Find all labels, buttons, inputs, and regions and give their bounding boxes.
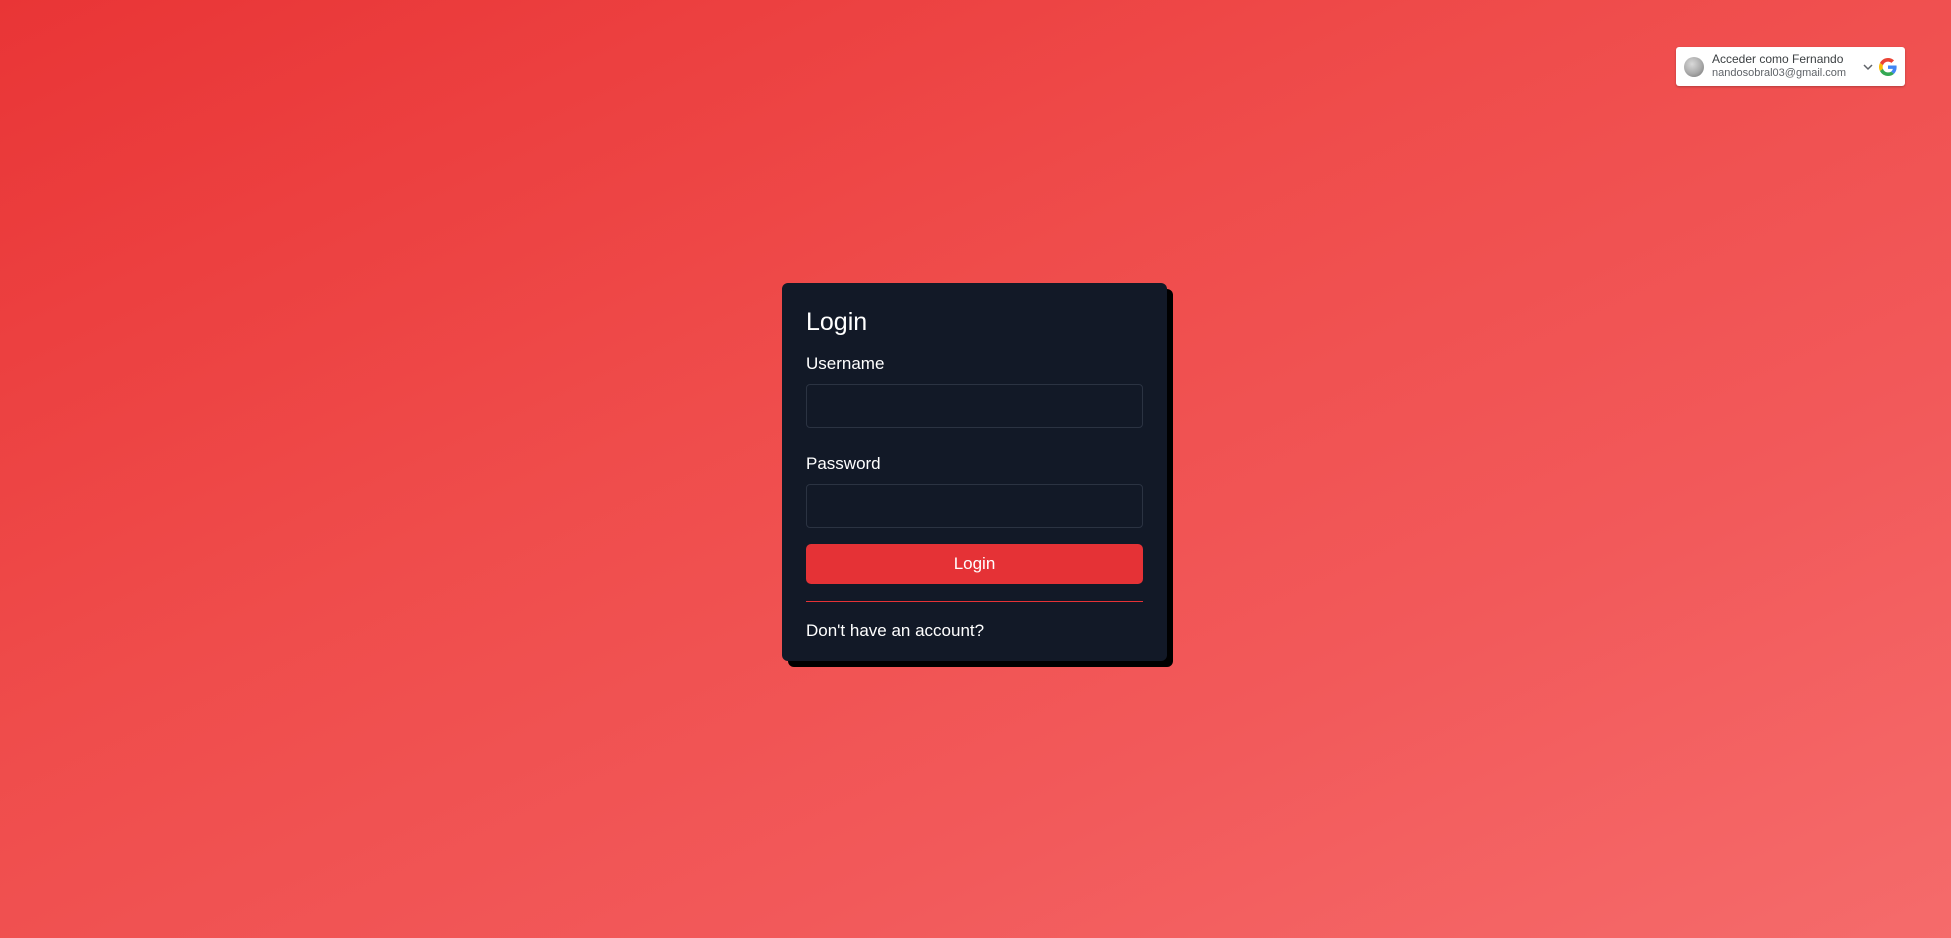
login-button[interactable]: Login (806, 544, 1143, 584)
account-prompt-title: Acceder como Fernando (1712, 53, 1844, 67)
google-logo-icon (1879, 57, 1897, 76)
account-avatar (1684, 56, 1704, 77)
username-input[interactable] (806, 384, 1143, 428)
password-input[interactable] (806, 484, 1143, 528)
account-info: Acceder como Fernando nandosobral03@gmai… (1712, 53, 1859, 79)
username-label: Username (806, 354, 885, 373)
chevron-down-icon[interactable] (1861, 60, 1875, 74)
google-account-prompt[interactable]: Acceder como Fernando nandosobral03@gmai… (1676, 47, 1905, 86)
account-email: nandosobral03@gmail.com (1712, 67, 1847, 80)
divider (806, 601, 1143, 602)
login-card: Login Username Password Login Don't have… (782, 283, 1167, 661)
signup-link[interactable]: Don't have an account? (806, 621, 1143, 641)
password-label: Password (806, 454, 881, 473)
login-title: Login (806, 308, 868, 336)
